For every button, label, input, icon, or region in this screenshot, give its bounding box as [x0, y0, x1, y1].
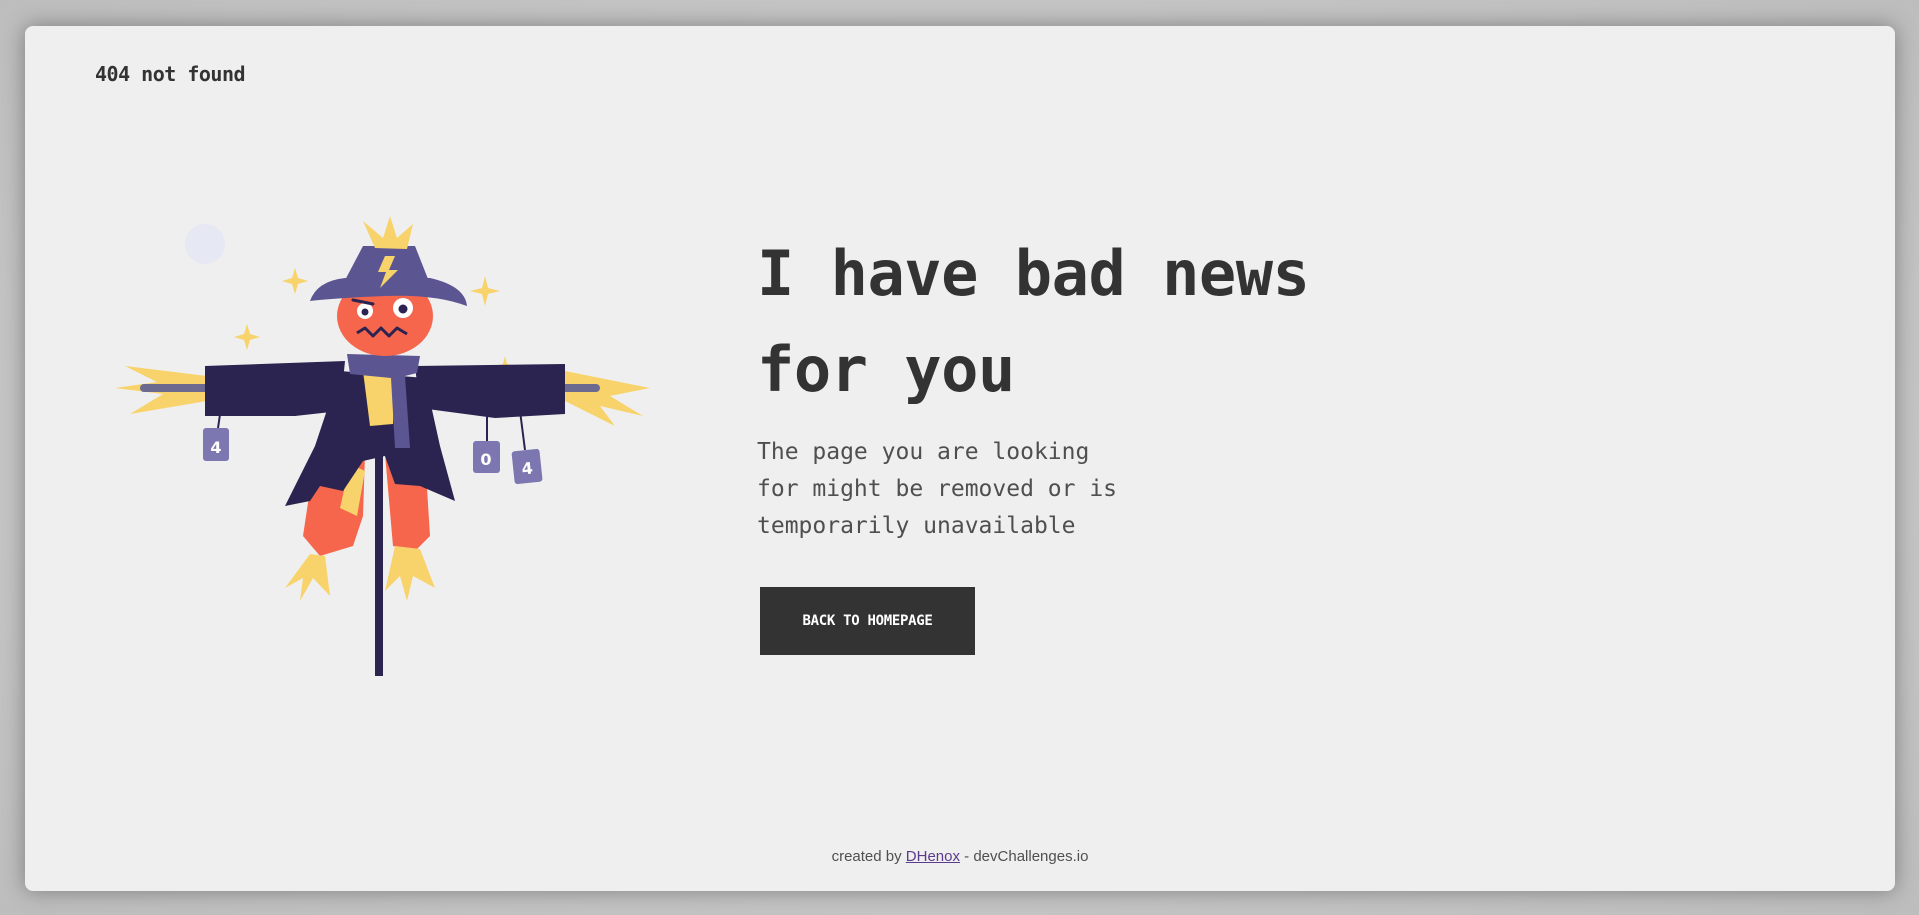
- main-content: I have bad news for you The page you are…: [757, 226, 1457, 655]
- footer-prefix: created by: [831, 848, 906, 865]
- scarecrow-illustration: 4 0 4: [115, 216, 650, 676]
- back-to-homepage-button[interactable]: BACK TO HOMEPAGE: [760, 587, 975, 655]
- right-sleeve: [415, 364, 565, 418]
- svg-text:4: 4: [521, 458, 534, 478]
- moon-icon: [185, 224, 225, 264]
- footer-suffix: - devChallenges.io: [960, 848, 1089, 865]
- footer: created by DHenox - devChallenges.io: [25, 848, 1895, 865]
- author-link[interactable]: DHenox: [906, 848, 960, 865]
- can-0-middle: 0: [473, 441, 500, 473]
- page-title: I have bad news for you: [757, 237, 1310, 406]
- left-foot-straw: [285, 554, 330, 601]
- svg-text:0: 0: [480, 450, 491, 469]
- error-description: The page you are looking for might be re…: [757, 439, 1118, 539]
- right-straw-hand: [565, 371, 650, 426]
- can-4-right: 4: [511, 448, 543, 485]
- svg-text:4: 4: [210, 438, 221, 457]
- pole: [375, 446, 383, 676]
- left-sleeve: [205, 361, 345, 416]
- page-frame: 404 not found 4 0 4 I have bad news for …: [25, 26, 1895, 891]
- can-4-left: 4: [203, 428, 229, 461]
- right-foot-straw: [385, 546, 435, 601]
- hat-straw: [363, 216, 413, 249]
- brand-logo-text: 404 not found: [95, 62, 246, 86]
